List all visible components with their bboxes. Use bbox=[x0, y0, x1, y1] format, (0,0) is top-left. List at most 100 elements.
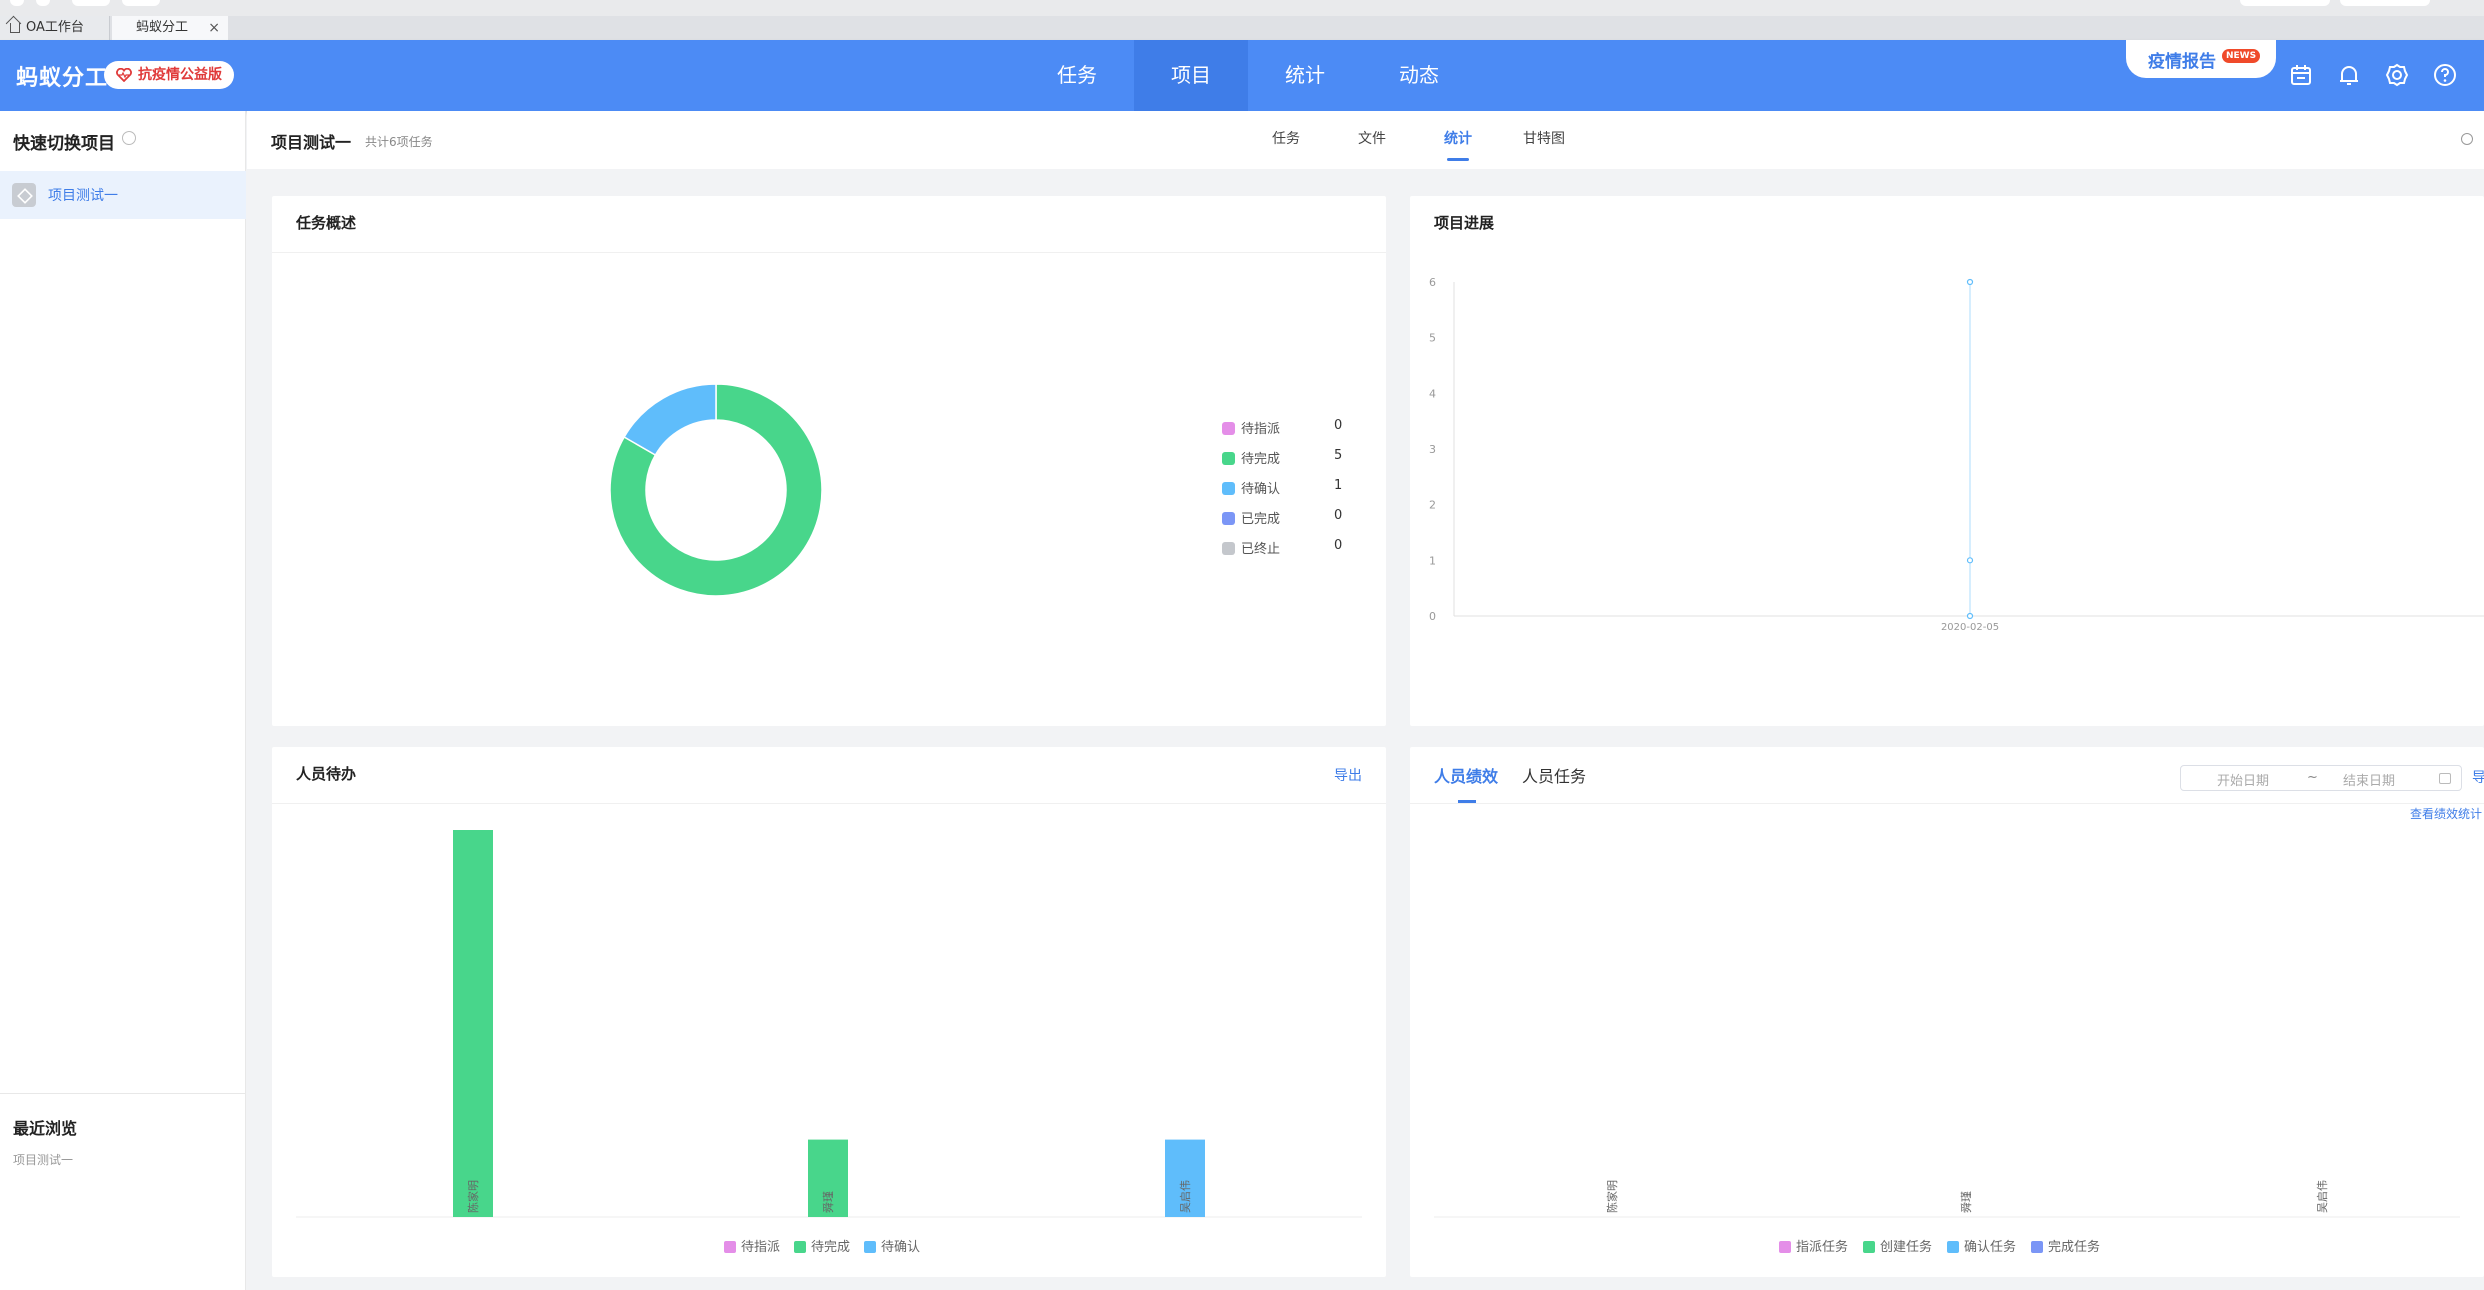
tab-people-tasks[interactable]: 人员任务 bbox=[1522, 763, 1586, 787]
public-edition-label: 抗疫情公益版 bbox=[138, 67, 222, 83]
settings-icon[interactable] bbox=[122, 131, 136, 145]
donut-chart bbox=[609, 383, 823, 597]
category-label: 吴启伟 bbox=[2316, 1180, 2329, 1213]
legend-item[interactable]: 待确认 1 bbox=[1222, 478, 1352, 508]
legend-swatch bbox=[1222, 512, 1235, 525]
performance-card: 人员绩效 人员任务 开始日期 ~ 结束日期 导 查看绩效统计 陈家明 舜瑾 吴启伟指… bbox=[1410, 747, 2484, 1277]
browser-tab-label: 蚂蚁分工 bbox=[136, 20, 189, 35]
tab-people-performance[interactable]: 人员绩效 bbox=[1434, 763, 1498, 803]
window-control[interactable] bbox=[122, 0, 160, 6]
project-tabs: 任务 文件 统计 甘特图 bbox=[1243, 111, 1587, 169]
project-icon bbox=[12, 183, 36, 207]
gear-icon[interactable] bbox=[2384, 62, 2410, 88]
sidebar-divider bbox=[0, 1093, 246, 1094]
card-title: 任务概述 bbox=[296, 214, 357, 232]
legend-label: 已终止 bbox=[1241, 542, 1281, 557]
legend-label: 已完成 bbox=[1241, 512, 1281, 527]
legend-value: 1 bbox=[1334, 478, 1343, 493]
export-link[interactable]: 导 bbox=[2472, 767, 2484, 787]
browser-tab-oa[interactable]: OA工作台 bbox=[0, 16, 110, 40]
browser-tabstrip: OA工作台 蚂蚁分工 × bbox=[0, 16, 2484, 40]
info-icon[interactable] bbox=[2461, 133, 2473, 145]
legend-label: 待指派 bbox=[741, 1240, 780, 1255]
calendar-icon[interactable] bbox=[2288, 62, 2314, 88]
legend-swatch bbox=[794, 1241, 806, 1253]
legend-value: 0 bbox=[1334, 538, 1343, 553]
y-tick-label: 1 bbox=[1429, 554, 1436, 567]
bell-icon[interactable] bbox=[2336, 62, 2362, 88]
legend-swatch bbox=[1779, 1241, 1791, 1253]
donut-slice bbox=[623, 383, 717, 457]
app-logo[interactable]: 蚂蚁分工 bbox=[16, 60, 108, 92]
window-control[interactable] bbox=[2340, 0, 2430, 6]
legend-swatch bbox=[2031, 1241, 2043, 1253]
legend-label: 待确认 bbox=[881, 1240, 920, 1255]
start-date-input[interactable]: 开始日期 bbox=[2217, 770, 2269, 789]
legend-item[interactable]: 待指派 0 bbox=[1222, 418, 1352, 448]
legend-swatch bbox=[1863, 1241, 1875, 1253]
project-progress-card: 项目进展 0 1 2 3 4 5 6 2020-02-05 bbox=[1410, 196, 2484, 726]
legend-item[interactable]: 已终止 0 bbox=[1222, 538, 1352, 568]
calendar-icon bbox=[2439, 773, 2451, 784]
category-label: 舜瑾 bbox=[1959, 1191, 1973, 1213]
end-date-input[interactable]: 结束日期 bbox=[2343, 770, 2395, 789]
legend-label: 完成任务 bbox=[2048, 1239, 2100, 1255]
nav-item-projects[interactable]: 项目 bbox=[1134, 40, 1248, 111]
close-icon[interactable]: × bbox=[208, 16, 220, 40]
public-edition-badge[interactable]: 抗疫情公益版 bbox=[104, 61, 234, 89]
legend-swatch bbox=[724, 1241, 736, 1253]
project-name: 项目测试一 bbox=[271, 133, 352, 152]
window-control[interactable] bbox=[10, 0, 24, 6]
legend-swatch bbox=[1222, 482, 1235, 495]
tab-files[interactable]: 文件 bbox=[1329, 111, 1415, 169]
browser-tab-current[interactable]: 蚂蚁分工 × bbox=[112, 16, 228, 40]
export-link[interactable]: 导出 bbox=[1334, 765, 1362, 785]
tab-gantt[interactable]: 甘特图 bbox=[1501, 111, 1587, 169]
category-label: 舜瑾 bbox=[821, 1191, 835, 1213]
legend-label: 指派任务 bbox=[1796, 1239, 1848, 1255]
nav-item-stats[interactable]: 统计 bbox=[1248, 40, 1362, 111]
recent-item[interactable]: 项目测试一 bbox=[13, 1151, 73, 1168]
category-label: 吴启伟 bbox=[1179, 1180, 1192, 1213]
epidemic-report-button[interactable]: 疫情报告 NEWS bbox=[2126, 40, 2276, 78]
category-label: 陈家明 bbox=[1605, 1180, 1619, 1213]
legend-label: 确认任务 bbox=[1964, 1239, 2016, 1255]
date-range-picker[interactable]: 开始日期 ~ 结束日期 bbox=[2180, 765, 2462, 791]
recent-title: 最近浏览 bbox=[13, 1119, 78, 1138]
help-icon[interactable] bbox=[2432, 62, 2458, 88]
y-tick-label: 4 bbox=[1429, 387, 1436, 400]
legend-item[interactable]: 已完成 0 bbox=[1222, 508, 1352, 538]
main-nav: 任务 项目 统计 动态 bbox=[1020, 40, 1476, 111]
task-overview-card: 任务概述 待指派 0 待完成 5 待确认 1 已完成 0 已终止 0 bbox=[272, 196, 1386, 726]
window-control[interactable] bbox=[72, 0, 110, 6]
tab-tasks[interactable]: 任务 bbox=[1243, 111, 1329, 169]
data-point bbox=[1966, 278, 1974, 286]
date-separator: ~ bbox=[2307, 770, 2318, 785]
progress-line-chart: 0 1 2 3 4 5 6 2020-02-05 bbox=[1429, 276, 2484, 633]
card-title: 项目进展 bbox=[1434, 214, 1495, 232]
todo-bar-chart: 陈家明 舜瑾 吴启伟待指派 待完成 待确认 bbox=[296, 830, 1362, 1255]
legend-item[interactable]: 待完成 5 bbox=[1222, 448, 1352, 478]
legend-label: 待指派 bbox=[1241, 422, 1281, 437]
legend-label: 待完成 bbox=[811, 1240, 850, 1255]
sidebar-title: 快速切换项目 bbox=[13, 134, 115, 154]
epidemic-report-label: 疫情报告 bbox=[2148, 52, 2216, 72]
window-control[interactable] bbox=[36, 0, 50, 6]
heart-icon bbox=[116, 68, 132, 82]
y-tick-label: 5 bbox=[1429, 332, 1436, 345]
nav-item-tasks[interactable]: 任务 bbox=[1020, 40, 1134, 111]
tab-stats[interactable]: 统计 bbox=[1415, 111, 1501, 169]
x-tick-label: 2020-02-05 bbox=[1941, 622, 1999, 633]
status-legend: 待指派 0 待完成 5 待确认 1 已完成 0 已终止 0 bbox=[1222, 418, 1352, 568]
legend-swatch bbox=[1947, 1241, 1959, 1253]
data-point bbox=[1966, 557, 1974, 564]
window-control[interactable] bbox=[2240, 0, 2330, 6]
project-subbar: 项目测试一 共计6项任务 任务 文件 统计 甘特图 bbox=[247, 111, 2484, 169]
app-header: 蚂蚁分工 抗疫情公益版 任务 项目 统计 动态 疫情报告 NEWS bbox=[0, 40, 2484, 111]
sidebar-item-project[interactable]: 项目测试一 bbox=[0, 171, 246, 219]
nav-item-activity[interactable]: 动态 bbox=[1362, 40, 1476, 111]
header-icons bbox=[2288, 62, 2458, 88]
task-count: 共计6项任务 bbox=[365, 135, 433, 149]
performance-bar-chart: 陈家明 舜瑾 吴启伟指派任务 创建任务 确认任务 完成任务 bbox=[1434, 1180, 2460, 1255]
legend-swatch bbox=[1222, 422, 1235, 435]
